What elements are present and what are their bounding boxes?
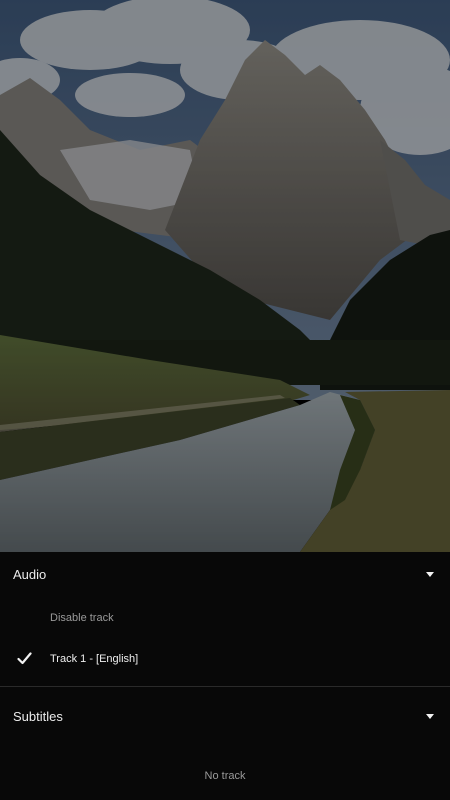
check-slot-empty: [0, 600, 50, 636]
subtitles-empty-label: No track: [204, 770, 246, 782]
subtitles-section-title: Subtitles: [13, 708, 63, 724]
track-selection-sheet: Audio Disable track Track 1 - [English] …: [0, 552, 450, 800]
check-slot-selected: [0, 641, 50, 677]
audio-option-label: Track 1 - [English]: [50, 653, 139, 665]
check-icon: [17, 652, 32, 665]
video-player-screen: Audio Disable track Track 1 - [English] …: [0, 0, 450, 800]
audio-option-label: Disable track: [50, 612, 114, 624]
caret-down-icon[interactable]: [426, 713, 434, 719]
section-divider: [0, 686, 450, 687]
audio-option-disable-track[interactable]: Disable track: [0, 600, 450, 636]
audio-section-title: Audio: [13, 566, 47, 582]
audio-option-track-1[interactable]: Track 1 - [English]: [0, 641, 450, 677]
audio-section-header[interactable]: Audio: [0, 552, 450, 596]
subtitles-section-header[interactable]: Subtitles: [0, 694, 450, 738]
caret-down-icon[interactable]: [426, 571, 434, 577]
